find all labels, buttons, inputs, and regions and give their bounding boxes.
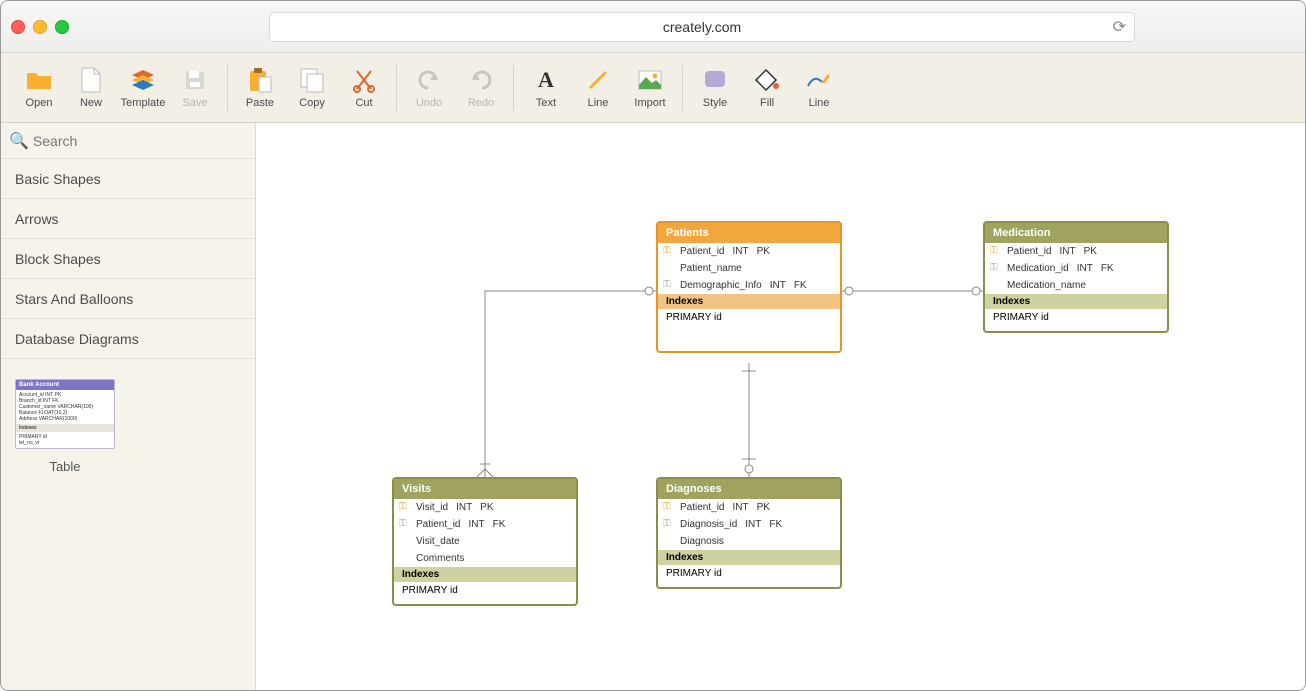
table-header: Patients <box>658 223 840 243</box>
maximize-icon[interactable] <box>55 20 69 34</box>
new-file-icon <box>78 67 104 93</box>
search-row: 🔍 <box>1 123 255 159</box>
key-icon: ⚿ <box>663 501 671 512</box>
template-icon <box>130 67 156 93</box>
cut-icon <box>351 67 377 93</box>
fill-icon <box>754 67 780 93</box>
style-button[interactable]: Style <box>689 58 741 118</box>
redo-icon <box>468 67 494 93</box>
table-row: ⚿Patient_idINTPK <box>985 243 1167 260</box>
key-icon: ⚿ <box>399 518 407 529</box>
indexes-header: Indexes <box>985 294 1167 309</box>
indexes-header: Indexes <box>658 294 840 309</box>
index-row: PRIMARY id <box>394 582 576 604</box>
table-visits[interactable]: Visits ⚿Visit_idINTPK ⚿Patient_idINTFK V… <box>392 477 578 606</box>
table-row: Medication_name <box>985 277 1167 294</box>
sidebar-cat-basic-shapes[interactable]: Basic Shapes <box>1 159 255 199</box>
sidebar-cat-block-shapes[interactable]: Block Shapes <box>1 239 255 279</box>
table-row: ⚿Patient_idINTPK <box>658 499 840 516</box>
key-icon: ⚿ <box>663 518 671 529</box>
copy-icon <box>299 67 325 93</box>
new-button[interactable]: New <box>65 58 117 118</box>
import-icon <box>637 67 663 93</box>
search-input[interactable] <box>33 133 247 149</box>
indexes-header: Indexes <box>658 550 840 565</box>
pencil-icon <box>806 67 832 93</box>
shape-thumb-table[interactable]: Bank Account Account_id INT PK Branch_id… <box>15 379 115 474</box>
table-row: ⚿Demographic_InfoINTFK <box>658 277 840 294</box>
undo-button[interactable]: Undo <box>403 58 455 118</box>
table-row: Comments <box>394 550 576 567</box>
table-row: ⚿Patient_idINTPK <box>658 243 840 260</box>
sidebar-cat-arrows[interactable]: Arrows <box>1 199 255 239</box>
save-button[interactable]: Save <box>169 58 221 118</box>
index-row: PRIMARY id <box>985 309 1167 331</box>
table-row: ⚿Visit_idINTPK <box>394 499 576 516</box>
text-button[interactable]: A Text <box>520 58 572 118</box>
folder-icon <box>26 67 52 93</box>
table-row: ⚿Patient_idINTFK <box>394 516 576 533</box>
line-style-button[interactable]: Line <box>793 58 845 118</box>
table-row: ⚿Diagnosis_idINTFK <box>658 516 840 533</box>
redo-button[interactable]: Redo <box>455 58 507 118</box>
separator <box>227 65 228 111</box>
key-icon: ⚿ <box>990 245 998 256</box>
open-button[interactable]: Open <box>13 58 65 118</box>
search-icon: 🔍 <box>9 131 29 151</box>
key-icon: ⚿ <box>990 262 998 273</box>
table-row: ⚿Medication_idINTFK <box>985 260 1167 277</box>
import-button[interactable]: Import <box>624 58 676 118</box>
shape-thumb-label: Table <box>15 459 115 474</box>
table-diagnoses[interactable]: Diagnoses ⚿Patient_idINTPK ⚿Diagnosis_id… <box>656 477 842 589</box>
url-text: creately.com <box>663 19 741 35</box>
table-row: Visit_date <box>394 533 576 550</box>
sidebar: 🔍 Basic Shapes Arrows Block Shapes Stars… <box>1 123 256 690</box>
table-header: Visits <box>394 479 576 499</box>
table-patients[interactable]: Patients ⚿Patient_idINTPK Patient_name ⚿… <box>656 221 842 353</box>
table-row: Diagnosis <box>658 533 840 550</box>
key-icon: ⚿ <box>663 279 671 290</box>
style-icon <box>702 67 728 93</box>
line-tool-button[interactable]: Line <box>572 58 624 118</box>
toolbar: Open New Template Save Paste <box>1 53 1305 123</box>
index-row: PRIMARY id <box>658 565 840 587</box>
paste-icon <box>247 67 273 93</box>
copy-button[interactable]: Copy <box>286 58 338 118</box>
sidebar-cat-database-diagrams[interactable]: Database Diagrams <box>1 319 255 359</box>
template-button[interactable]: Template <box>117 58 169 118</box>
close-icon[interactable] <box>11 20 25 34</box>
paste-button[interactable]: Paste <box>234 58 286 118</box>
line-icon <box>585 67 611 93</box>
window-controls <box>11 20 69 34</box>
minimize-icon[interactable] <box>33 20 47 34</box>
indexes-header: Indexes <box>394 567 576 582</box>
text-icon: A <box>533 67 559 93</box>
canvas[interactable]: Patients ⚿Patient_idINTPK Patient_name ⚿… <box>256 123 1305 690</box>
separator <box>396 65 397 111</box>
index-row: PRIMARY id <box>658 309 840 331</box>
separator <box>682 65 683 111</box>
cut-button[interactable]: Cut <box>338 58 390 118</box>
table-header: Medication <box>985 223 1167 243</box>
separator <box>513 65 514 111</box>
save-icon <box>182 67 208 93</box>
reload-icon[interactable]: ⟳ <box>1113 17 1126 37</box>
table-row: Patient_name <box>658 260 840 277</box>
table-medication[interactable]: Medication ⚿Patient_idINTPK ⚿Medication_… <box>983 221 1169 333</box>
key-icon: ⚿ <box>663 245 671 256</box>
key-icon: ⚿ <box>399 501 407 512</box>
table-header: Diagnoses <box>658 479 840 499</box>
sidebar-cat-stars-balloons[interactable]: Stars And Balloons <box>1 279 255 319</box>
url-bar[interactable]: creately.com ⟳ <box>269 12 1135 42</box>
fill-button[interactable]: Fill <box>741 58 793 118</box>
titlebar: creately.com ⟳ <box>1 1 1305 53</box>
undo-icon <box>416 67 442 93</box>
